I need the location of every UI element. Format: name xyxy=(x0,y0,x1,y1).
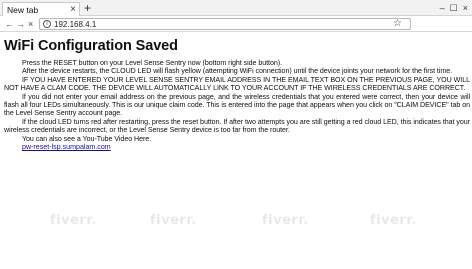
forward-icon[interactable]: → xyxy=(16,17,25,31)
watermark-logo: fiverr. xyxy=(262,213,309,228)
tab-title: New tab xyxy=(7,4,39,15)
instruction-paragraph: Press the RESET button on your Level Sen… xyxy=(22,59,283,67)
watermark-logo: fiverr. xyxy=(370,213,417,228)
tab-strip: New tab × + – ☐ × xyxy=(0,0,472,16)
new-tab-button[interactable]: + xyxy=(84,1,91,15)
back-icon[interactable]: ← xyxy=(5,17,14,31)
reset-link[interactable]: pw-reset-lsp.sumpalam.com xyxy=(4,143,470,152)
maximize-icon[interactable]: ☐ xyxy=(450,1,458,15)
instruction-paragraph: After the device restarts, the CLOUD LED… xyxy=(22,67,453,76)
watermark-logo: fiverr. xyxy=(150,213,197,228)
stop-reload-icon[interactable]: × xyxy=(28,17,33,31)
window-controls: – ☐ × xyxy=(440,1,468,15)
minimize-icon[interactable]: – xyxy=(440,1,445,15)
bookmark-star-icon[interactable]: ☆ xyxy=(393,16,402,32)
watermark-logo: fiverr. xyxy=(50,213,97,228)
tab-close-icon[interactable]: × xyxy=(70,3,76,16)
window-close-icon[interactable]: × xyxy=(463,1,468,15)
instruction-paragraph: If you did not enter your email address … xyxy=(4,92,470,118)
instruction-paragraph: You can also see a You-Tube Video Here. xyxy=(22,134,152,143)
page-content: WiFi Configuration Saved Press the RESET… xyxy=(4,38,470,152)
instruction-paragraph: IF YOU HAVE ENTERED YOUR LEVEL SENSE SEN… xyxy=(4,75,470,93)
site-info-icon[interactable]: i xyxy=(43,20,51,28)
address-text[interactable]: 192.168.4.1 xyxy=(54,20,96,29)
browser-tab[interactable]: New tab × xyxy=(2,2,80,16)
page-title: WiFi Configuration Saved xyxy=(4,38,178,54)
instruction-paragraph: If the cloud LED turns red after restart… xyxy=(4,117,470,135)
address-bar[interactable]: i 192.168.4.1 xyxy=(39,18,411,30)
